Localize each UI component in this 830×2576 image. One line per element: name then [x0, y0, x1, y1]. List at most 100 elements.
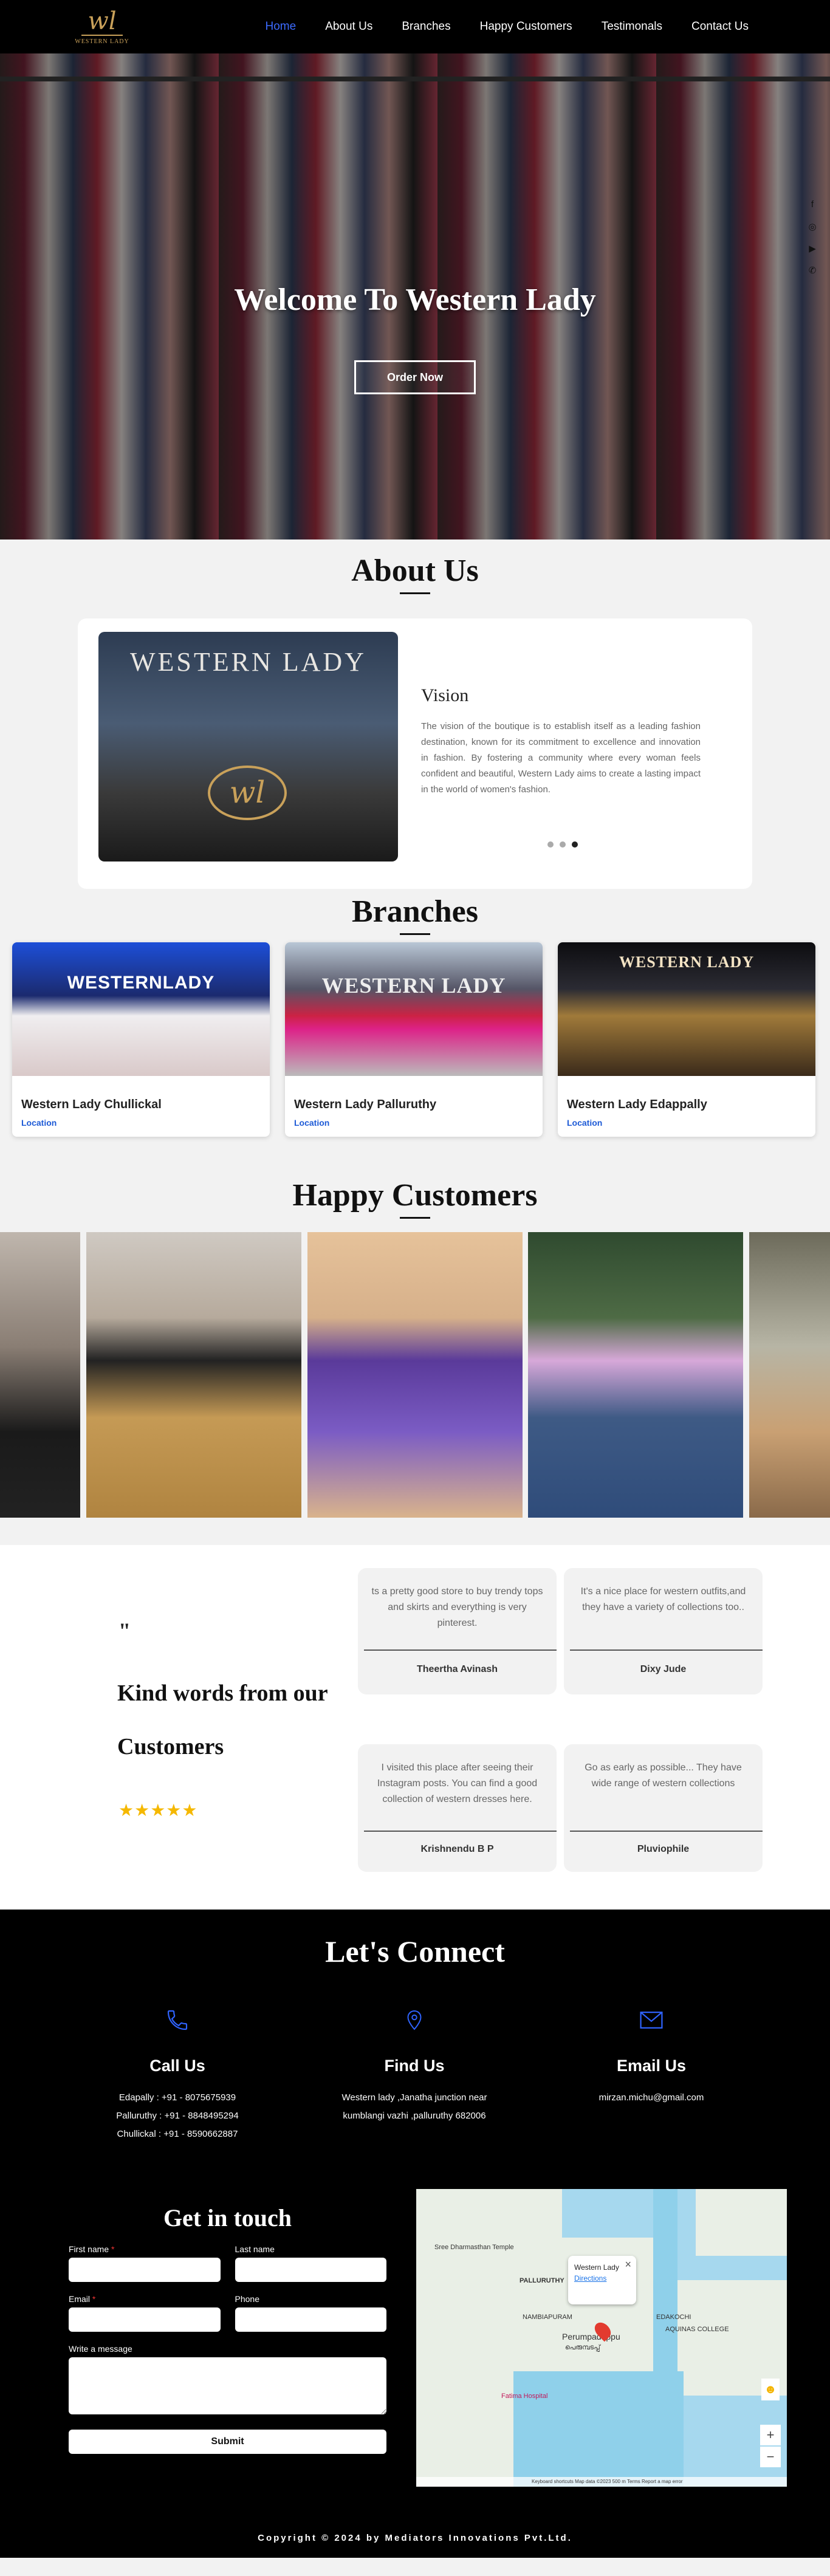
branch-name: Western Lady Palluruthy [294, 1098, 437, 1111]
testimonial-card: I visited this place after seeing their … [358, 1744, 557, 1872]
map-label: Sree Dharmasthan Temple [434, 2244, 514, 2251]
first-name-field[interactable] [69, 2258, 221, 2282]
copyright-text: Copyright © 2024 by Mediators Innovation… [258, 2533, 572, 2543]
branch-sign: WESTERN LADY [321, 973, 506, 998]
map-label: PALLURUTHY [520, 2277, 564, 2284]
call-us-heading: Call Us [149, 2057, 205, 2075]
nav-branches[interactable]: Branches [387, 20, 465, 33]
testimonial-text: Go as early as possible... They have wid… [585, 1762, 742, 1789]
hero-banner: Welcome To Western Lady Order Now f ◎ ▶ … [0, 53, 830, 540]
customers-title: Happy Customers [292, 1178, 538, 1213]
store-emblem: wl [208, 766, 287, 820]
phone-number[interactable]: Palluruthy : +91 - 8848495294 [62, 2107, 293, 2125]
map-land [696, 2189, 787, 2256]
branch-card[interactable]: WESTERNLADY Western Lady Chullickal Loca… [12, 942, 270, 1137]
find-us-heading: Find Us [384, 2057, 445, 2075]
order-now-button[interactable]: Order Now [354, 360, 476, 394]
carousel-dot[interactable] [560, 841, 566, 848]
call-us-column: Call Us Edapally : +91 - 8075675939 Pall… [62, 2007, 293, 2143]
email-field[interactable] [69, 2307, 221, 2332]
branch-list: WESTERNLADY Western Lady Chullickal Loca… [0, 942, 830, 1137]
customer-photo[interactable] [528, 1232, 743, 1518]
connect-title: Let's Connect [325, 1934, 505, 1968]
carousel-dot[interactable] [547, 841, 554, 848]
divider [364, 1831, 557, 1832]
branch-card[interactable]: WESTERN LADY Western Lady Palluruthy Loc… [285, 942, 543, 1137]
close-icon[interactable]: × [625, 2258, 631, 2271]
branch-card[interactable]: WESTERN LADY Western Lady Edappally Loca… [558, 942, 815, 1137]
phone-label: Phone [235, 2294, 259, 2304]
carousel-dot-active[interactable] [572, 841, 578, 848]
phone-number[interactable]: Edapally : +91 - 8075675939 [62, 2089, 293, 2107]
testimonial-card: It's a nice place for western outfits,an… [564, 1568, 763, 1694]
title-underline [400, 1217, 430, 1219]
about-section: About Us WESTERN LADY wl Vision The visi… [0, 540, 830, 889]
address-line: Western lady ,Janatha junction near [341, 2092, 487, 2103]
testimonial-card: ts a pretty good store to buy trendy top… [358, 1568, 557, 1694]
divider [364, 1649, 557, 1651]
branches-section: Branches WESTERNLADY Western Lady Chulli… [0, 883, 830, 1165]
first-name-label: First name * [69, 2244, 115, 2254]
nav-home[interactable]: Home [251, 20, 311, 33]
brand-logo[interactable]: wl WESTERN LADY [72, 3, 132, 50]
phone-icon [62, 2007, 293, 2037]
customer-photo[interactable] [749, 1232, 830, 1518]
mail-icon [536, 2007, 767, 2037]
nav-about-us[interactable]: About Us [310, 20, 387, 33]
testimonials-section: " Kind words from our Customers ★★★★★ ts… [0, 1545, 830, 1910]
youtube-icon[interactable]: ▶ [807, 243, 818, 254]
email-address[interactable]: mirzan.michu@gmail.com [536, 2089, 767, 2107]
about-carousel-card: WESTERN LADY wl Vision The vision of the… [78, 618, 752, 889]
nav-contact-us[interactable]: Contact Us [677, 20, 763, 33]
message-field[interactable] [69, 2357, 386, 2414]
customer-photo[interactable] [307, 1232, 523, 1518]
branch-sign: WESTERN LADY [619, 953, 755, 971]
branch-location-link[interactable]: Location [12, 1112, 270, 1128]
contact-section: Let's Connect Call Us Edapally : +91 - 8… [0, 1910, 830, 2558]
popup-title: Western Lady [574, 2263, 619, 2272]
contact-form: Get in touch First name * Last name Emai… [69, 2204, 386, 2454]
branch-photo: WESTERN LADY [285, 942, 543, 1076]
map-label: EDAKOCHI [656, 2314, 691, 2321]
nav-testimonials[interactable]: Testimonals [587, 20, 677, 33]
zoom-in-button[interactable]: + [760, 2425, 781, 2445]
location-icon [299, 2007, 530, 2037]
last-name-label: Last name [235, 2244, 275, 2254]
divider [570, 1649, 763, 1651]
branch-location-link[interactable]: Location [285, 1112, 543, 1128]
zoom-out-button[interactable]: − [760, 2447, 781, 2467]
form-title: Get in touch [163, 2204, 292, 2232]
testimonial-text: ts a pretty good store to buy trendy top… [371, 1586, 543, 1628]
map-label: Perumpadappu [562, 2332, 620, 2341]
testimonial-text: It's a nice place for western outfits,an… [580, 1586, 746, 1612]
store-sign: WESTERN LADY [130, 647, 366, 677]
customer-photo[interactable] [0, 1232, 80, 1518]
nav-menu: Home About Us Branches Happy Customers T… [251, 20, 764, 33]
street-view-icon[interactable]: ☻ [761, 2379, 780, 2400]
directions-link[interactable]: Directions [574, 2274, 630, 2283]
last-name-field[interactable] [235, 2258, 386, 2282]
submit-button[interactable]: Submit [69, 2430, 386, 2454]
testimonial-card: Go as early as possible... They have wid… [564, 1744, 763, 1872]
testimonial-author: Dixy Jude [640, 1664, 687, 1674]
phone-field[interactable] [235, 2307, 386, 2332]
map-label: NAMBIAPURAM [523, 2314, 572, 2321]
address-line: kumblangi vazhi ,palluruthy 682006 [343, 2111, 486, 2121]
customer-photo[interactable] [86, 1232, 301, 1518]
logo-mark: wl [81, 9, 123, 36]
google-map[interactable]: Sree Dharmasthan Temple PALLURUTHY Perum… [416, 2189, 787, 2487]
nav-happy-customers[interactable]: Happy Customers [465, 20, 587, 33]
branches-title: Branches [352, 894, 478, 929]
instagram-icon[interactable]: ◎ [807, 221, 818, 232]
vision-title: Vision [421, 685, 469, 705]
testimonials-heading: Kind words from our Customers [117, 1667, 360, 1773]
whatsapp-icon[interactable]: ✆ [807, 265, 818, 276]
branch-location-link[interactable]: Location [558, 1112, 815, 1128]
customer-photo-carousel [0, 1232, 830, 1518]
testimonial-text: I visited this place after seeing their … [377, 1762, 538, 1804]
phone-number[interactable]: Chullickal : +91 - 8590662887 [62, 2125, 293, 2143]
hero-title: Welcome To Western Lady [234, 283, 596, 317]
facebook-icon[interactable]: f [807, 199, 818, 210]
branch-name: Western Lady Edappally [567, 1098, 707, 1111]
find-us-column: Find Us Western lady ,Janatha junction n… [299, 2007, 530, 2125]
